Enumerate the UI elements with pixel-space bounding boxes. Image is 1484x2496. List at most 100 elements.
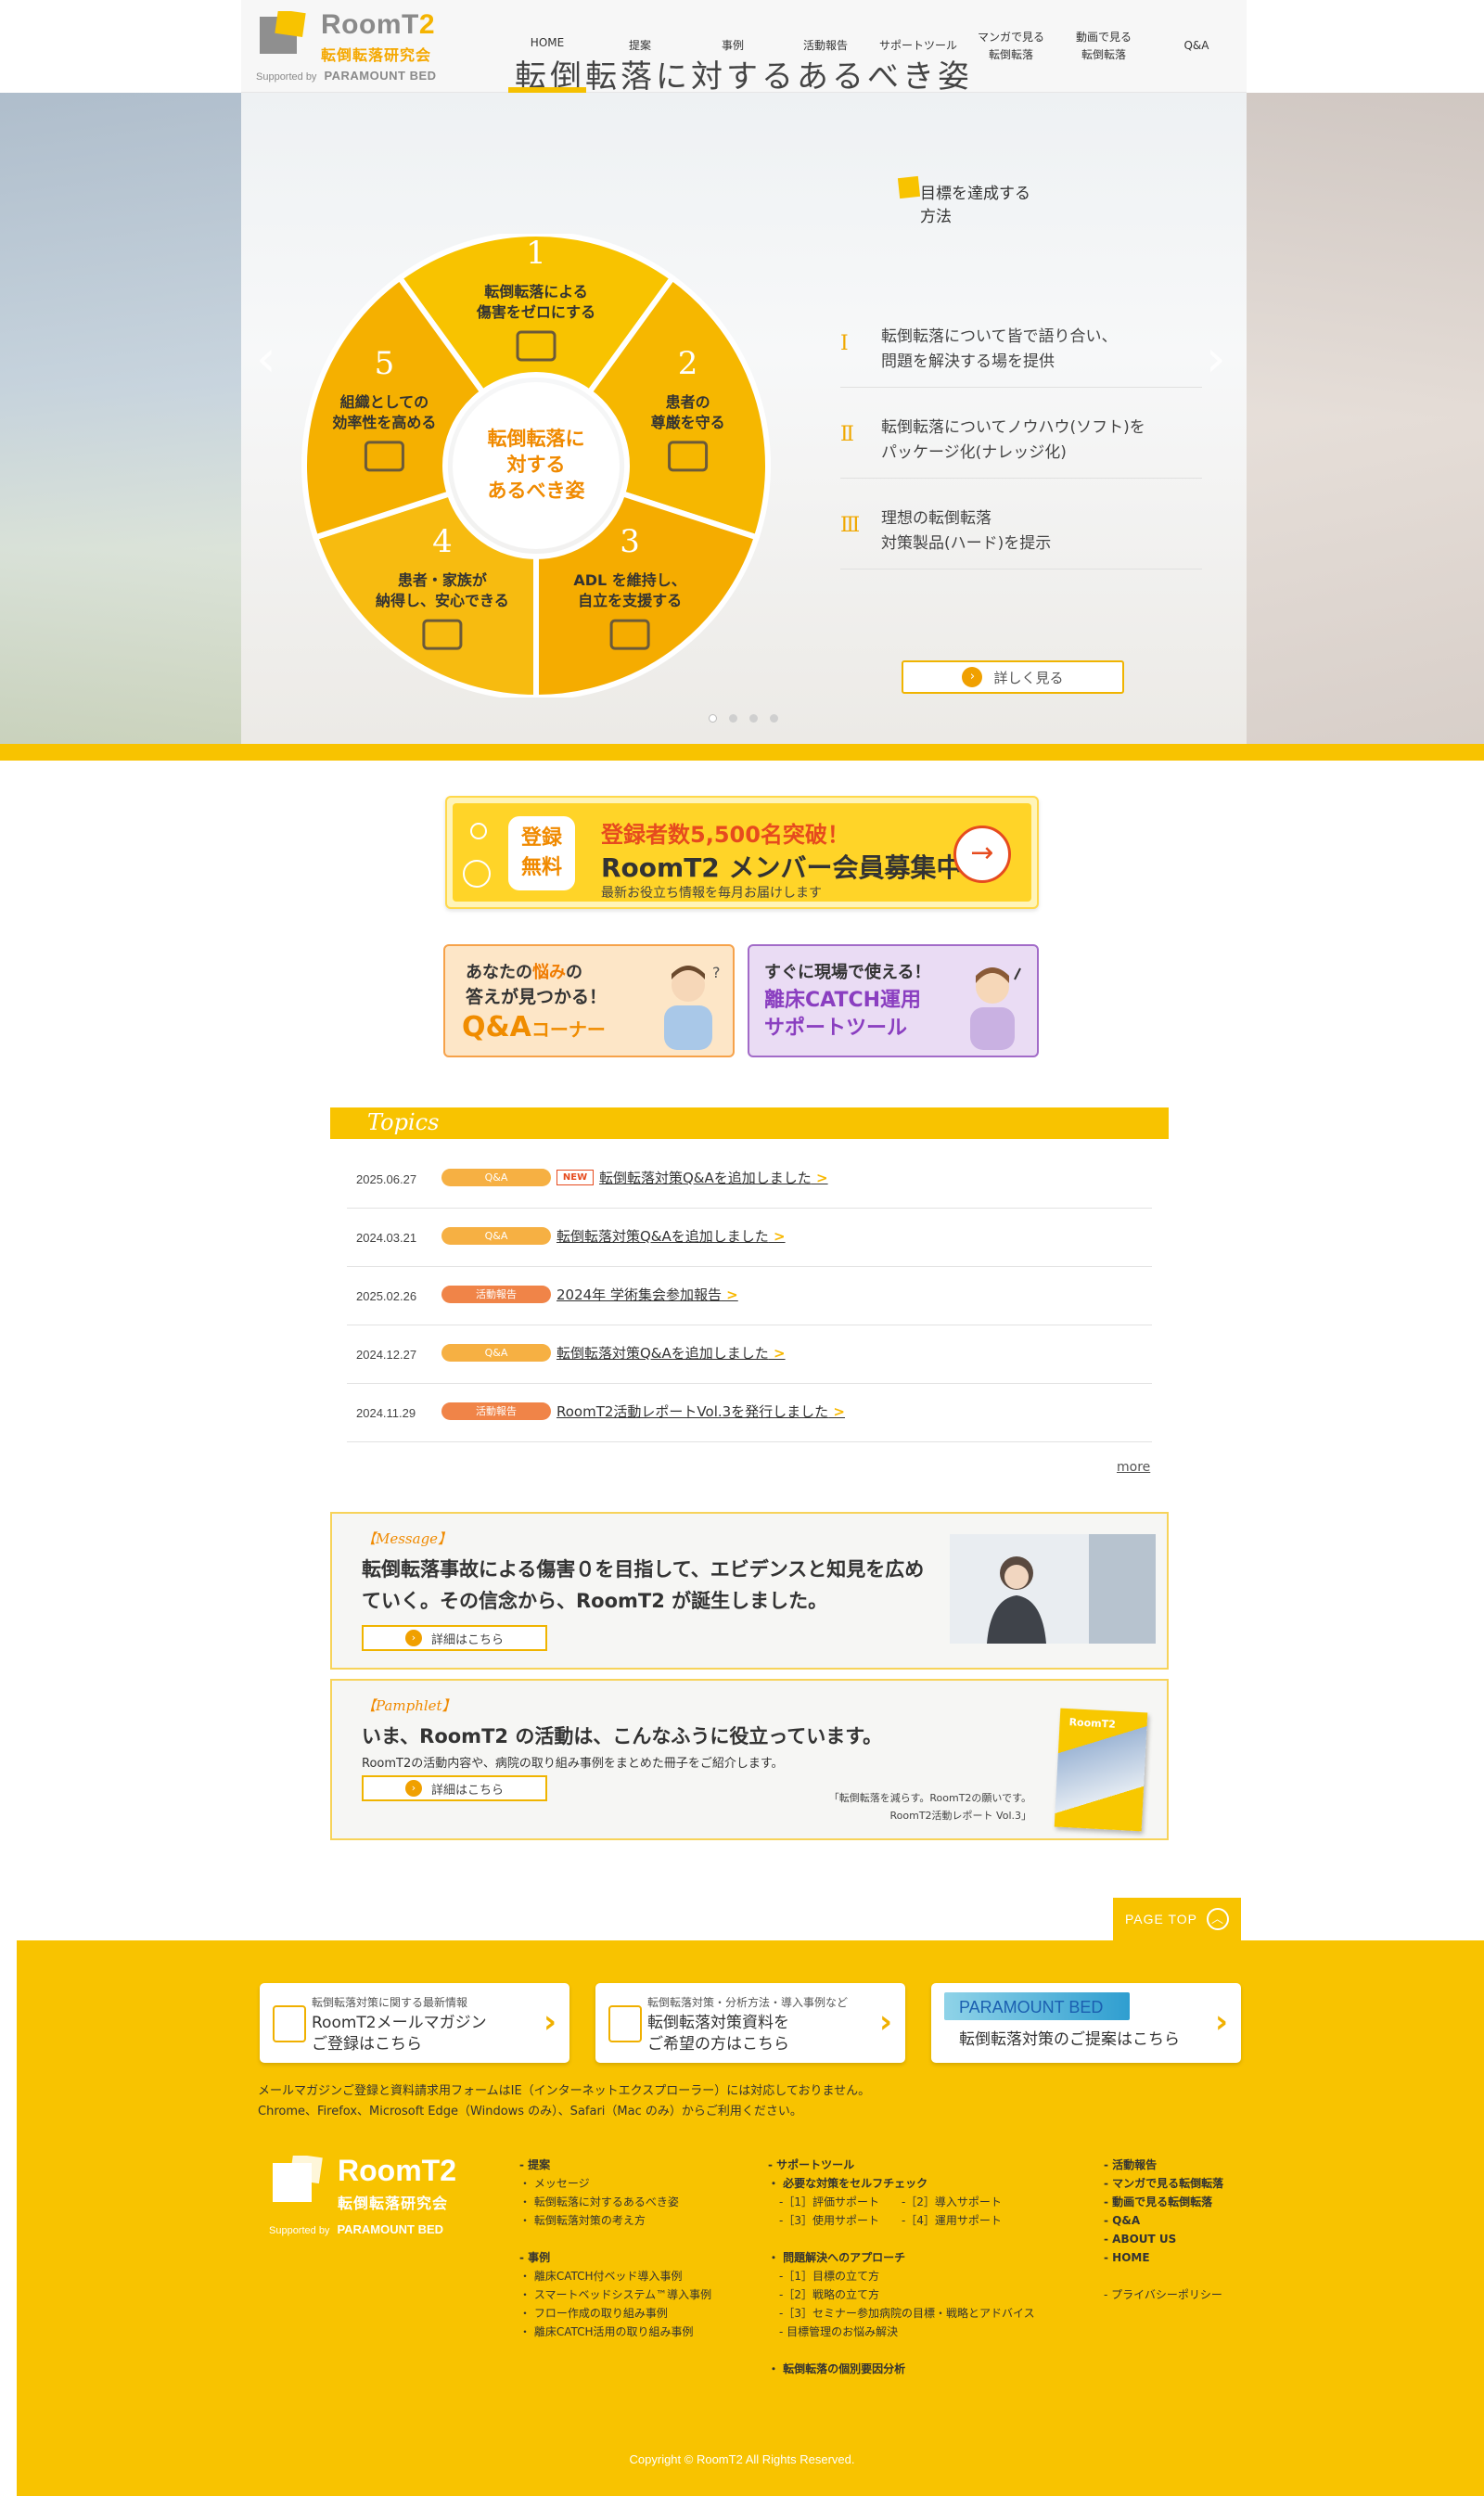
message-detail-button[interactable]: › 詳細はこちら bbox=[362, 1625, 547, 1651]
footer-logo-title[interactable]: RoomT2 bbox=[338, 2154, 456, 2188]
footer-link[interactable]: - プライバシーポリシー bbox=[1104, 2285, 1223, 2304]
footer-link[interactable]: ・ 転倒転落に対するあるべき姿 bbox=[519, 2193, 711, 2211]
message-heading-line1: 転倒転落事故による傷害０を目指して、エビデンスと知見を広め bbox=[362, 1558, 925, 1581]
footer-link[interactable]: -［3］セミナー参加病院の目標・戦略とアドバイス bbox=[768, 2304, 1035, 2323]
nav-item[interactable]: 提案 bbox=[601, 0, 679, 93]
topic-date: 2025.06.27 bbox=[356, 1172, 417, 1186]
mail-magazine-button[interactable]: 転倒転落対策に関する最新情報 RoomT2メールマガジン ご登録はこちら › bbox=[260, 1983, 569, 2063]
footer-link[interactable]: - 事例 bbox=[519, 2248, 711, 2267]
member-recruit-text: RoomT2 メンバー会員募集中 bbox=[601, 852, 963, 883]
nav-item[interactable]: 動画で見る 転倒転落 bbox=[1059, 0, 1148, 93]
topic-date: 2025.02.26 bbox=[356, 1289, 417, 1303]
footer-link[interactable]: - Q&A bbox=[1104, 2211, 1223, 2230]
topic-title-link[interactable]: 転倒転落対策Q&Aを追加しました bbox=[599, 1168, 828, 1187]
goal-item: Ⅰ 転倒転落について皆で語り合い、 問題を解決する場を提供 bbox=[840, 325, 1202, 388]
footer-link[interactable]: ・ スマートベッドシステム™導入事例 bbox=[519, 2285, 711, 2304]
topics-heading: Topics bbox=[330, 1107, 1169, 1139]
arrow-right-icon: › bbox=[404, 1780, 422, 1797]
goal-item: Ⅲ 理想の転倒転落 対策製品(ハード)を提示 bbox=[840, 506, 1202, 570]
topic-date: 2024.11.29 bbox=[356, 1406, 416, 1420]
topic-row[interactable]: 2025.06.27 Q&A NEW 転倒転落対策Q&Aを追加しました bbox=[347, 1150, 1152, 1209]
slider-prev-arrow[interactable]: ‹ bbox=[256, 329, 276, 388]
goals-heading: 目標を達成する方法 bbox=[896, 171, 1044, 226]
footer-link[interactable]: ・ 必要な対策をセルフチェック bbox=[768, 2174, 1035, 2193]
catch-card-title-line2: サポートツール bbox=[764, 1016, 908, 1040]
footer-link[interactable]: - 提案 bbox=[519, 2156, 711, 2174]
message-heading: 転倒転落事故による傷害０を目指して、エビデンスと知見を広め ていく。その信念から、… bbox=[362, 1555, 924, 1617]
page-top-button[interactable]: PAGE TOP ︿ bbox=[1113, 1898, 1241, 1940]
document-request-button[interactable]: 転倒転落対策・分析方法・導入事例など 転倒転落対策資料を ご希望の方はこちら › bbox=[595, 1983, 905, 2063]
catch-support-tool-banner[interactable]: すぐに現場で使える！ 離床CATCH運用 サポートツール bbox=[748, 944, 1039, 1057]
chevron-right-icon: › bbox=[543, 2003, 556, 2041]
footer-link[interactable]: -［1］評価サポート -［2］導入サポート bbox=[768, 2193, 1035, 2211]
wheel-segment-label: 納得し、安心できる bbox=[376, 592, 509, 609]
footer-link bbox=[768, 2230, 1035, 2248]
footer-link bbox=[519, 2230, 711, 2248]
topics-more-link[interactable]: more bbox=[1117, 1460, 1150, 1475]
footer-link[interactable]: - 目標管理のお悩み解決 bbox=[768, 2323, 1035, 2341]
paramount-bed-button[interactable]: PARAMOUNT BED 転倒転落対策のご提案はこちら › bbox=[931, 1983, 1241, 2063]
footer-link[interactable]: ・ 転倒転落対策の考え方 bbox=[519, 2211, 711, 2230]
topic-row[interactable]: 2024.03.21 Q&A 転倒転落対策Q&Aを追加しました bbox=[347, 1209, 1152, 1267]
topic-title-link[interactable]: 2024年 学術集会参加報告 bbox=[556, 1285, 738, 1304]
goal-text-line1: 理想の転倒転落 bbox=[881, 509, 991, 528]
footer-link[interactable]: -［3］使用サポート -［4］運用サポート bbox=[768, 2211, 1035, 2230]
nurse-thinking-icon: ? bbox=[664, 964, 721, 1050]
topic-title-link[interactable]: 転倒転落対策Q&Aを追加しました bbox=[556, 1343, 786, 1363]
footer-link[interactable]: ・ メッセージ bbox=[519, 2174, 711, 2193]
nav-item[interactable]: サポートツール bbox=[874, 0, 963, 93]
mail-magazine-label-line1: RoomT2メールマガジン bbox=[312, 2014, 487, 2032]
nav-item[interactable]: 活動報告 bbox=[787, 0, 864, 93]
footer-link[interactable]: ・ 離床CATCH付ベッド導入事例 bbox=[519, 2267, 711, 2285]
slider-dot[interactable] bbox=[749, 714, 758, 723]
footer-link[interactable]: ・ 離床CATCH活用の取り組み事例 bbox=[519, 2323, 711, 2341]
ideal-state-wheel: 1 転倒転落による傷害をゼロにする 2 患者の尊厳を守る 3 ADL を維持し、自立を支援… bbox=[301, 234, 771, 698]
pamphlet-desc: RoomT2の活動内容や、病院の取り組み事例をまとめた冊子をご紹介します。 bbox=[362, 1757, 784, 1771]
qa-card-line1: あなたの悩みの bbox=[466, 963, 582, 982]
footer-link[interactable]: -［1］目標の立て方 bbox=[768, 2267, 1035, 2285]
topic-date: 2024.12.27 bbox=[356, 1348, 417, 1362]
footer-link[interactable]: - 動画で見る転倒転落 bbox=[1104, 2193, 1223, 2211]
footer-link[interactable]: - ABOUT US bbox=[1104, 2230, 1223, 2248]
topic-row[interactable]: 2024.11.29 活動報告 RoomT2活動レポートVol.3を発行しました bbox=[347, 1384, 1152, 1442]
goals-heading-label: 目標を達成する方法 bbox=[920, 185, 1030, 226]
topic-row[interactable]: 2025.02.26 活動報告 2024年 学術集会参加報告 bbox=[347, 1267, 1152, 1325]
goal-text-line1: 転倒転落について皆で語り合い、 bbox=[881, 327, 1118, 346]
qa-corner-banner[interactable]: あなたの悩みの 答えが見つかる！ Q&Aコーナー ? bbox=[443, 944, 735, 1057]
nav-item[interactable]: HOME bbox=[508, 0, 586, 93]
footer-link[interactable]: - HOME bbox=[1104, 2248, 1223, 2267]
topic-date: 2024.03.21 bbox=[356, 1231, 417, 1245]
footer-link[interactable]: ・ 転倒転落の個別要因分析 bbox=[768, 2360, 1035, 2378]
slider-dot[interactable] bbox=[770, 714, 778, 723]
footer-link[interactable]: - マンガで見る転倒転落 bbox=[1104, 2174, 1223, 2193]
footer-link[interactable]: ・ フロー作成の取り組み事例 bbox=[519, 2304, 711, 2323]
nav-item[interactable]: 事例 bbox=[694, 0, 772, 93]
footer-link[interactable]: ・ 問題解決へのアプローチ bbox=[768, 2248, 1035, 2267]
footer-link[interactable]: - 活動報告 bbox=[1104, 2156, 1223, 2174]
director-photo-image bbox=[950, 1534, 1156, 1644]
slider-dot[interactable] bbox=[729, 714, 737, 723]
topic-title-link[interactable]: RoomT2活動レポートVol.3を発行しました bbox=[556, 1402, 845, 1421]
goal-text-line1: 転倒転落についてノウハウ(ソフト)を bbox=[881, 418, 1145, 437]
logo-title[interactable]: RoomT2 bbox=[321, 9, 435, 41]
message-heading-line2: ていく。その信念から、RoomT2 が誕生しました。 bbox=[362, 1589, 828, 1612]
activity-report-booklet[interactable]: RoomT2 bbox=[1054, 1708, 1148, 1832]
mail-magazine-caption: 転倒転落対策に関する最新情報 bbox=[312, 1996, 468, 2009]
topic-category-badge: 活動報告 bbox=[441, 1286, 551, 1303]
slider-next-arrow[interactable]: › bbox=[1206, 329, 1226, 388]
footer-logo-icon[interactable] bbox=[269, 2156, 325, 2208]
topic-row[interactable]: 2024.12.27 Q&A 転倒転落対策Q&Aを追加しました bbox=[347, 1325, 1152, 1384]
hero-more-button[interactable]: › 詳しく見る bbox=[902, 660, 1124, 694]
pamphlet-tag: 【Pamphlet】 bbox=[362, 1697, 456, 1714]
nav-item[interactable]: Q&A bbox=[1158, 0, 1235, 93]
arrow-right-icon[interactable]: → bbox=[953, 826, 1011, 883]
topic-title-link[interactable]: 転倒転落対策Q&Aを追加しました bbox=[556, 1226, 786, 1246]
arrow-right-icon: › bbox=[404, 1630, 422, 1646]
wheel-center-label: 転倒転落に bbox=[488, 428, 585, 450]
footer-link[interactable]: -［2］戦略の立て方 bbox=[768, 2285, 1035, 2304]
footer-link[interactable]: - サポートツール bbox=[768, 2156, 1035, 2174]
slider-dot[interactable] bbox=[709, 714, 717, 723]
member-signup-banner[interactable]: 登録 無料 登録者数5,500名突破！ RoomT2 メンバー会員募集中 最新お役… bbox=[445, 796, 1039, 909]
nav-item[interactable]: マンガで見る 転倒転落 bbox=[966, 0, 1055, 93]
pamphlet-detail-button[interactable]: › 詳細はこちら bbox=[362, 1775, 547, 1801]
